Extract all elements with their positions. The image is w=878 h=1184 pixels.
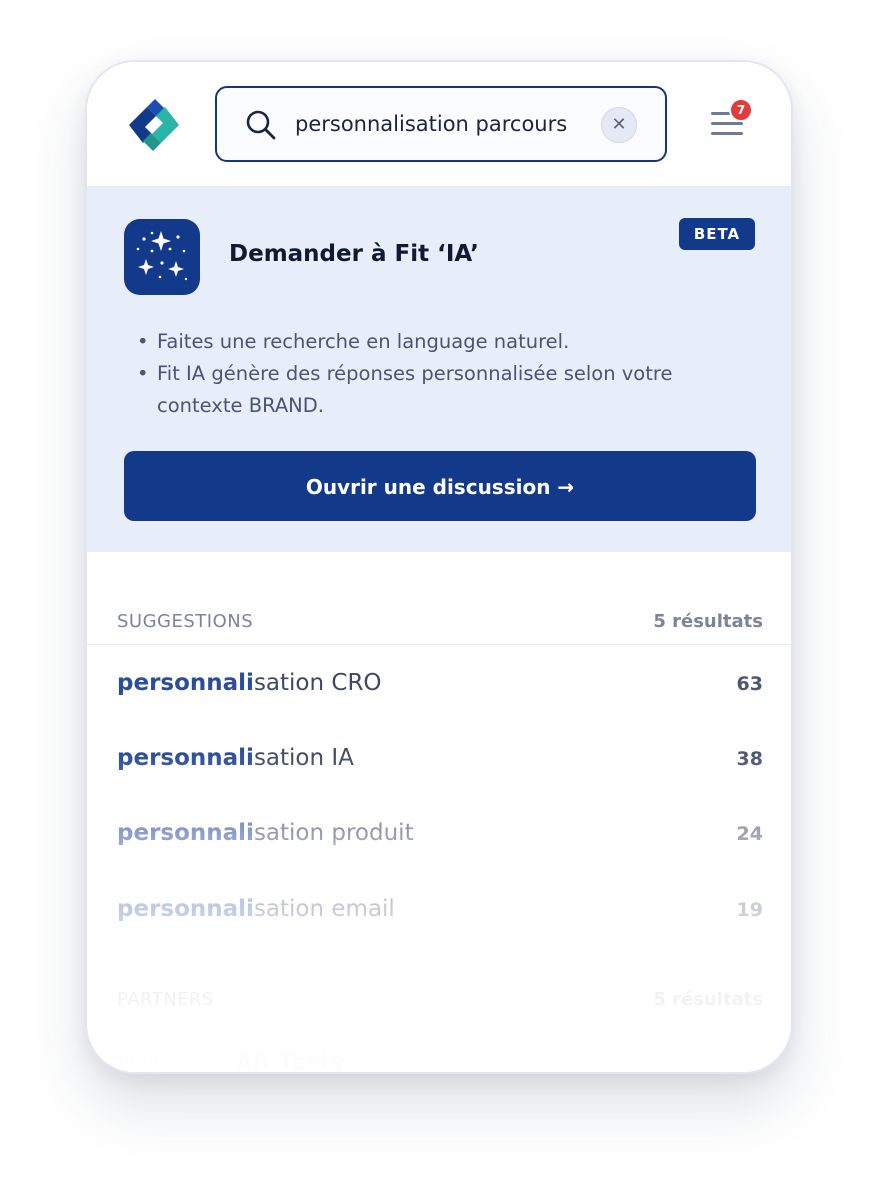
partner-name: AB Tasty [235, 1050, 347, 1074]
suggestion-match: personnali [117, 670, 254, 696]
suggestions-header: SUGGESTIONS 5 résultats [117, 611, 763, 637]
suggestion-count: 63 [736, 673, 763, 695]
close-icon: ✕ [611, 114, 627, 135]
suggestion-item[interactable]: personnalisation CRO 63 [117, 664, 763, 704]
sparkles-icon [136, 231, 188, 281]
hamburger-line [711, 132, 743, 135]
ai-feature-item: Faites une recherche en language naturel… [137, 326, 747, 358]
suggestion-count: 19 [736, 899, 763, 921]
suggestions-count: 5 résultats [653, 611, 763, 632]
suggestion-match: personnali [117, 896, 254, 922]
brand-logo-icon[interactable] [121, 92, 187, 158]
search-input[interactable] [295, 106, 585, 142]
top-bar: ✕ 7 [87, 62, 791, 187]
ai-feature-list: Faites une recherche en language naturel… [137, 326, 747, 422]
partners-label: PARTNERS [117, 989, 214, 1010]
suggestion-item[interactable]: personnalisation email 19 [117, 890, 763, 930]
suggestion-item[interactable]: personnalisation produit 24 [117, 814, 763, 854]
suggestion-rest: sation email [253, 896, 395, 922]
partner-item[interactable]: OUTIL AB Tasty [117, 1050, 517, 1072]
suggestion-match: personnali [117, 820, 254, 846]
partner-logo: OUTIL [119, 1054, 163, 1069]
suggestion-rest: sation produit [253, 820, 414, 846]
suggestion-rest: sation CRO [253, 670, 382, 696]
mobile-frame: ✕ 7 [85, 60, 793, 1074]
screen-backdrop: ✕ 7 [0, 0, 878, 1184]
partners-count: 5 résultats [653, 989, 763, 1010]
suggestion-text: personnalisation CRO [117, 670, 382, 696]
clear-search-button[interactable]: ✕ [601, 107, 637, 143]
suggestions-label: SUGGESTIONS [117, 611, 254, 632]
suggestion-text: personnalisation email [117, 896, 395, 922]
suggestion-text: personnalisation IA [117, 745, 354, 771]
ai-avatar [124, 219, 200, 295]
suggestion-match: personnali [117, 745, 254, 771]
partners-header: PARTNERS 5 résultats [117, 989, 763, 1015]
suggestion-count: 38 [736, 748, 763, 770]
suggestion-text: personnalisation produit [117, 820, 414, 846]
ai-assistant-panel: Demander à Fit ‘IA’ BETA Faites une rech… [87, 186, 791, 552]
ai-feature-item: Fit IA génère des réponses personnalisée… [137, 358, 747, 422]
suggestion-item[interactable]: personnalisation IA 38 [117, 739, 763, 779]
hamburger-line [711, 122, 743, 125]
beta-badge: BETA [679, 218, 755, 250]
search-bar[interactable]: ✕ [215, 86, 667, 162]
ai-panel-title: Demander à Fit ‘IA’ [229, 241, 479, 267]
suggestion-rest: sation IA [253, 745, 354, 771]
open-discussion-button[interactable]: Ouvrir une discussion → [124, 451, 756, 521]
search-icon [246, 110, 276, 140]
section-divider [87, 644, 791, 645]
suggestion-count: 24 [736, 823, 763, 845]
notification-badge: 7 [729, 98, 753, 122]
